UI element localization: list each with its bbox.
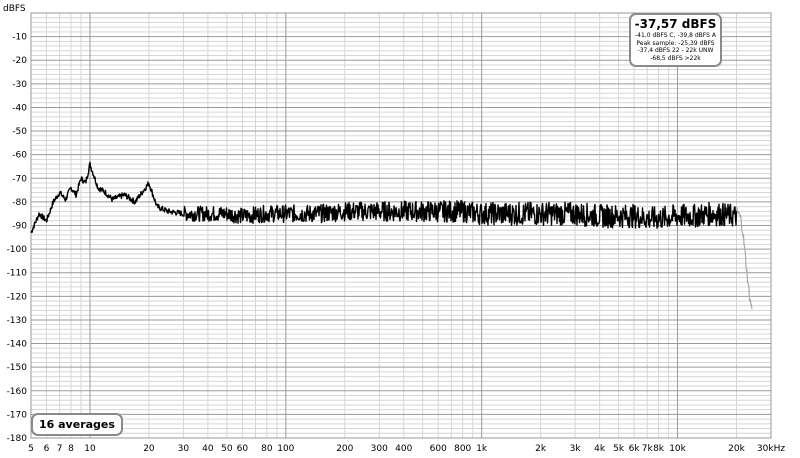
x-tick-label: 10 (84, 444, 96, 454)
y-tick-label: -170 (7, 410, 28, 420)
x-tick-label: 3k (570, 444, 582, 454)
x-tick-label: 7k (642, 444, 654, 454)
x-tick-label: 7 (57, 444, 63, 454)
y-tick-label: -100 (7, 245, 28, 255)
x-tick-label: 20k (728, 444, 745, 454)
x-tick-label: 800 (454, 444, 471, 454)
level-info-box: -37,57 dBFS -41,0 dBFS C, -39,8 dBFS A P… (629, 13, 722, 67)
averages-badge: 16 averages (31, 413, 123, 436)
rms-level: -37,57 dBFS (634, 17, 717, 31)
y-tick-label: -90 (12, 222, 27, 232)
y-tick-label: -60 (12, 151, 27, 161)
y-tick-label: -80 (12, 198, 27, 208)
spectrum-chart: -10 -20 -30 -40 -50 -60 -70 -80 -90 -100 -110 -120 -… (0, 0, 800, 454)
x-tick-label: 10k (669, 444, 686, 454)
weighted-level: -41,0 dBFS C, -39,8 dBFS A (635, 32, 716, 39)
unweighted-level: -37,4 dBFS 22 - 22k UNW (637, 47, 714, 54)
y-tick-label: -70 (12, 174, 27, 184)
x-tick-label: 50 (221, 444, 233, 454)
x-tick-label: 80 (261, 444, 273, 454)
y-tick-label: -30 (12, 80, 27, 90)
x-tick-label: 600 (430, 444, 447, 454)
x-tick-label: 5k (613, 444, 625, 454)
x-tick-label: 300 (371, 444, 388, 454)
x-tick-label: 4k (594, 444, 606, 454)
y-tick-label: -50 (12, 127, 27, 137)
x-tick-label: 100 (277, 444, 294, 454)
x-tick-label: 8 (68, 444, 74, 454)
x-tick-label: 30 (178, 444, 190, 454)
x-axis-labels: 5 6 7 8 10 20 30 40 50 60 80 100 200 300 400 600 800 1k 2k… (28, 444, 785, 454)
y-tick-label: -140 (7, 340, 28, 350)
y-tick-label: -160 (7, 387, 28, 397)
x-tick-label: 1k (476, 444, 488, 454)
chart-svg: -10 -20 -30 -40 -50 -60 -70 -80 -90 -100 -110 -120 -… (3, 4, 785, 454)
y-tick-label: -40 (12, 103, 27, 113)
y-tick-label: -120 (7, 292, 28, 302)
y-unit-label: dBFS (3, 4, 26, 14)
y-tick-label: -110 (7, 269, 28, 279)
y-tick-label: -20 (12, 56, 27, 66)
x-tick-label: 40 (202, 444, 214, 454)
x-tick-label: 6k (629, 444, 641, 454)
x-tick-label: 5 (28, 444, 34, 454)
x-tick-label: 400 (395, 444, 412, 454)
x-tick-label: 8k (653, 444, 665, 454)
major-gridlines (30, 12, 772, 439)
y-tick-label: -130 (7, 316, 28, 326)
above-22k-level: -68,5 dBFS >22k (650, 54, 701, 62)
y-tick-label: -180 (7, 434, 28, 444)
x-tick-label: 20 (143, 444, 155, 454)
y-axis-labels: -10 -20 -30 -40 -50 -60 -70 -80 -90 -100 -110 -120 -… (7, 33, 28, 444)
x-tick-label: 30kHz (757, 444, 785, 454)
y-tick-label: -150 (7, 363, 28, 373)
x-tick-label: 6 (44, 444, 50, 454)
x-tick-label: 60 (237, 444, 249, 454)
peak-sample: Peak sample: -25,39 dBFS (636, 39, 715, 47)
x-tick-label: 200 (336, 444, 353, 454)
y-tick-label: -10 (12, 33, 27, 43)
x-tick-label: 2k (535, 444, 547, 454)
